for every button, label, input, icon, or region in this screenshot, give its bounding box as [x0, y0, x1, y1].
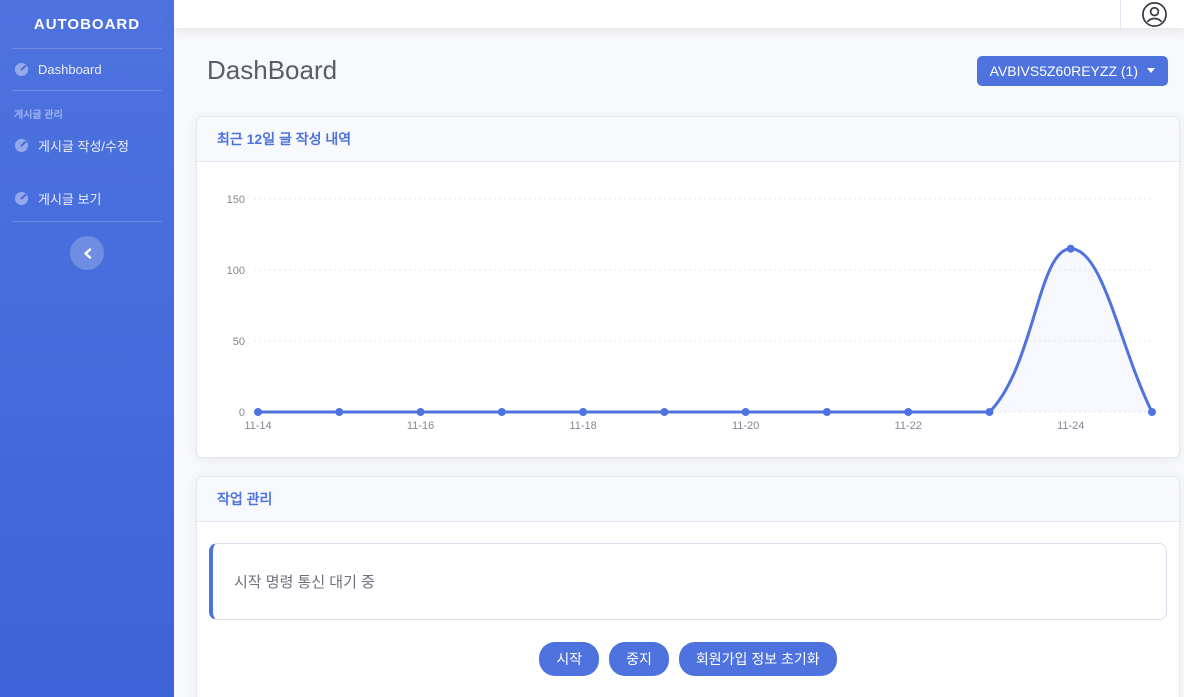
app-root: AUTOBOARD Dashboard 게시글 관리 게시글 작성/수정: [0, 0, 1184, 697]
data-point: [904, 408, 912, 416]
account-dropdown-label: AVBIVS5Z60REYZZ (1): [990, 63, 1138, 79]
caret-down-icon: [1147, 68, 1155, 73]
status-message: 시작 명령 통신 대기 중: [234, 574, 375, 591]
data-point: [660, 408, 668, 416]
chevron-left-icon: [83, 248, 92, 259]
recent-posts-chart-card: 최근 12일 글 작성 내역 0 50 100 150 11-14 11-16 11-18 1…: [196, 116, 1180, 458]
page-header: DashBoard AVBIVS5Z60REYZZ (1): [174, 55, 1184, 86]
sidebar-item-post-view[interactable]: 게시글 보기: [0, 176, 174, 221]
data-point: [985, 408, 993, 416]
data-point: [1067, 245, 1075, 253]
sidebar-item-dashboard[interactable]: Dashboard: [0, 49, 174, 90]
x-tick-label: 11-22: [895, 420, 922, 432]
sidebar-item-label: 게시글 작성/수정: [38, 136, 129, 155]
gauge-icon: [14, 191, 29, 206]
task-management-card: 작업 관리 시작 명령 통신 대기 중 시작 중지 회원가입 정보 초기화: [196, 476, 1180, 697]
status-alert: 시작 명령 통신 대기 중: [209, 543, 1167, 620]
task-card-header: 작업 관리: [197, 477, 1179, 522]
user-menu-button[interactable]: [1141, 1, 1168, 28]
data-point: [742, 408, 750, 416]
sidebar-item-label: 게시글 보기: [38, 189, 101, 208]
gauge-icon: [14, 138, 29, 153]
data-point: [498, 408, 506, 416]
data-point: [335, 408, 343, 416]
topbar-divider: [1120, 0, 1121, 28]
x-tick-label: 11-18: [569, 420, 596, 432]
y-tick-label: 0: [239, 407, 245, 419]
task-button-row: 시작 중지 회원가입 정보 초기화: [209, 642, 1167, 676]
data-point: [417, 408, 425, 416]
sidebar-divider: [12, 90, 162, 91]
data-point: [254, 408, 262, 416]
y-tick-label: 100: [227, 265, 245, 277]
line-chart: 0 50 100 150 11-14 11-16 11-18 11-20 11-22 11-24: [211, 162, 1167, 434]
sidebar-brand[interactable]: AUTOBOARD: [0, 0, 174, 48]
start-button[interactable]: 시작: [539, 642, 599, 676]
chart-card-body: 0 50 100 150 11-14 11-16 11-18 11-20 11-22 11-24: [197, 162, 1179, 457]
sidebar-item-label: Dashboard: [38, 62, 102, 77]
reset-signup-info-button[interactable]: 회원가입 정보 초기화: [679, 642, 837, 676]
data-point: [823, 408, 831, 416]
sidebar-item-post-write-edit[interactable]: 게시글 작성/수정: [0, 123, 174, 168]
x-tick-label: 11-16: [407, 420, 434, 432]
area-fill: [258, 249, 1152, 412]
x-tick-label: 11-20: [732, 420, 759, 432]
page-title: DashBoard: [207, 55, 337, 86]
stop-button[interactable]: 중지: [609, 642, 669, 676]
data-point: [579, 408, 587, 416]
task-card-body: 시작 명령 통신 대기 중 시작 중지 회원가입 정보 초기화: [197, 522, 1179, 697]
data-point: [1148, 408, 1156, 416]
sidebar-divider: [12, 221, 162, 222]
spacer: [0, 168, 174, 176]
page-content: DashBoard AVBIVS5Z60REYZZ (1) 최근 12일 글 작…: [174, 28, 1184, 697]
x-tick-label: 11-14: [244, 420, 271, 432]
sidebar: AUTOBOARD Dashboard 게시글 관리 게시글 작성/수정: [0, 0, 174, 697]
sidebar-collapse-button[interactable]: [70, 236, 104, 270]
sidebar-toggle-wrap: [0, 236, 174, 270]
main-area: DashBoard AVBIVS5Z60REYZZ (1) 최근 12일 글 작…: [174, 0, 1184, 697]
chart-card-header: 최근 12일 글 작성 내역: [197, 117, 1179, 162]
x-tick-label: 11-24: [1057, 420, 1084, 432]
topbar: [174, 0, 1184, 28]
sidebar-section-heading: 게시글 관리: [14, 106, 160, 121]
gauge-icon: [14, 62, 29, 77]
y-tick-label: 150: [227, 194, 245, 206]
user-circle-icon: [1141, 1, 1168, 28]
account-dropdown-button[interactable]: AVBIVS5Z60REYZZ (1): [977, 56, 1168, 86]
y-tick-label: 50: [233, 336, 245, 348]
